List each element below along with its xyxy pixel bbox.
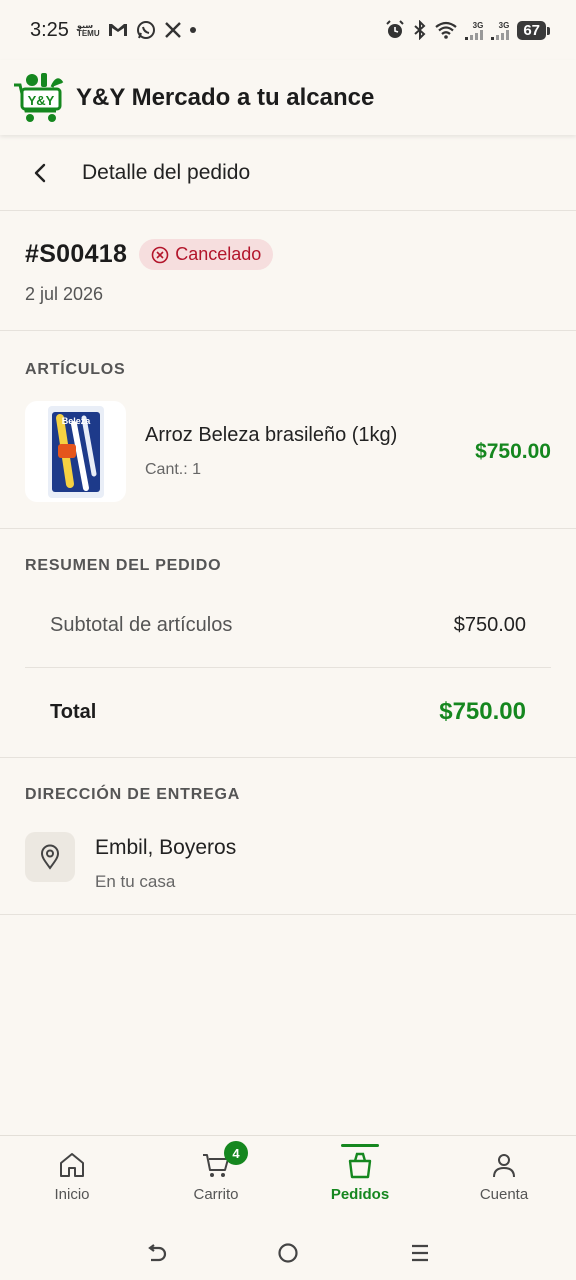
gmail-icon — [108, 22, 128, 38]
summary-divider — [25, 667, 551, 668]
page-title: Detalle del pedido — [82, 160, 251, 184]
rice-package-image: Beleza — [47, 405, 104, 498]
order-date: 2 jul 2026 — [25, 284, 104, 304]
item-price: $750.00 — [475, 439, 551, 463]
bottom-nav: Inicio 4 Carrito Pedidos Cuenta — [0, 1135, 576, 1225]
list-item[interactable]: Beleza Arroz Beleza brasileño (1kg) Cant… — [25, 401, 551, 502]
order-header-section: #S00418 Cancelado 2 jul 2026 — [0, 211, 576, 331]
address-title: Embil, Boyeros — [95, 836, 237, 859]
subtotal-value: $750.00 — [453, 613, 526, 636]
nav-item-pedidos[interactable]: Pedidos — [288, 1136, 432, 1225]
order-id: #S00418 — [25, 240, 128, 268]
nav-label-cuenta: Cuenta — [479, 1186, 529, 1203]
dot-icon — [189, 27, 196, 33]
status-time: 3:25 — [30, 18, 69, 41]
item-name: Arroz Beleza brasileño (1kg) — [145, 424, 398, 446]
status-left: 3:25 ﺳﺒﻮ TEMU — [30, 19, 196, 42]
delivery-section-label: DIRECCIÓN DE ENTREGA — [25, 786, 241, 803]
cart-count-badge: 4 — [224, 1141, 248, 1165]
nav-label-carrito: Carrito — [193, 1186, 239, 1203]
nav-item-cuenta[interactable]: Cuenta — [432, 1136, 576, 1225]
signal-label-2: 3G — [498, 20, 510, 30]
system-back-button[interactable] — [145, 1242, 167, 1264]
status-badge: Cancelado — [139, 239, 274, 270]
total-value: $750.00 — [439, 698, 526, 725]
subtotal-label: Subtotal de artículos — [50, 613, 233, 636]
item-qty: Cant.: 1 — [145, 461, 202, 478]
order-summary-section: RESUMEN DEL PEDIDO Subtotal de artículos… — [0, 529, 576, 758]
nav-item-inicio[interactable]: Inicio — [0, 1136, 144, 1225]
location-pin-icon — [40, 844, 60, 870]
system-nav-bar — [0, 1225, 576, 1280]
whatsapp-icon — [136, 20, 156, 40]
back-button[interactable] — [20, 153, 60, 193]
signal-label-1: 3G — [472, 20, 484, 30]
address-icon-box — [25, 832, 75, 882]
battery-indicator: 67 — [517, 20, 550, 40]
status-right: 3G 3G 67 — [385, 20, 550, 40]
brand-logo-icon: Y&Y — [14, 72, 64, 122]
nav-item-carrito[interactable]: 4 Carrito — [144, 1136, 288, 1225]
system-home-button[interactable] — [277, 1242, 299, 1264]
wifi-icon — [435, 21, 457, 39]
delivery-address-section: DIRECCIÓN DE ENTREGA Embil, Boyeros En t… — [0, 758, 576, 915]
product-thumbnail: Beleza — [25, 401, 126, 502]
chevron-left-icon — [34, 163, 46, 182]
address-row: Embil, Boyeros En tu casa — [25, 832, 551, 892]
bluetooth-icon — [413, 20, 427, 40]
address-info: Embil, Boyeros En tu casa — [95, 832, 236, 892]
nav-label-inicio: Inicio — [54, 1186, 90, 1203]
temu-mini-bottom: TEMU — [76, 29, 100, 38]
summary-section-label: RESUMEN DEL PEDIDO — [25, 557, 222, 574]
menu-lines-icon — [412, 1244, 428, 1261]
system-recents-button[interactable] — [409, 1242, 431, 1264]
app-header: Y&Y Y&Y Mercado a tu alcance — [0, 60, 576, 135]
subtotal-row: Subtotal de artículos $750.00 — [25, 613, 551, 637]
total-label: Total — [50, 700, 97, 723]
item-info: Arroz Beleza brasileño (1kg) Cant.: 1 — [145, 424, 475, 479]
nav-label-pedidos: Pedidos — [330, 1186, 390, 1203]
home-icon — [60, 1153, 84, 1177]
app-title: Y&Y Mercado a tu alcance — [76, 83, 375, 111]
order-id-row: #S00418 Cancelado — [25, 239, 551, 270]
user-icon — [493, 1154, 515, 1178]
signal-icon-1: 3G — [465, 20, 484, 40]
cancel-circle-icon — [151, 246, 169, 263]
alarm-icon — [385, 20, 405, 40]
back-arrow-icon — [148, 1243, 167, 1261]
total-row: Total $750.00 — [25, 698, 551, 726]
status-badge-label: Cancelado — [175, 244, 262, 264]
logo-text: Y&Y — [28, 93, 55, 108]
items-section: ARTÍCULOS Beleza Arroz Beleza brasileño … — [0, 331, 576, 529]
temu-notification-icon: ﺳﺒﻮ TEMU — [77, 22, 100, 38]
signal-icon-2: 3G — [491, 20, 510, 40]
page-header: Detalle del pedido — [0, 135, 576, 211]
items-section-label: ARTÍCULOS — [25, 361, 126, 378]
home-circle-icon — [278, 1242, 298, 1263]
address-subtitle: En tu casa — [95, 872, 176, 891]
status-bar: 3:25 ﺳﺒﻮ TEMU 3G 3G 67 — [0, 0, 576, 60]
thumb-brand-text: Beleza — [61, 416, 91, 426]
bag-icon — [348, 1152, 372, 1179]
x-icon — [164, 21, 182, 39]
